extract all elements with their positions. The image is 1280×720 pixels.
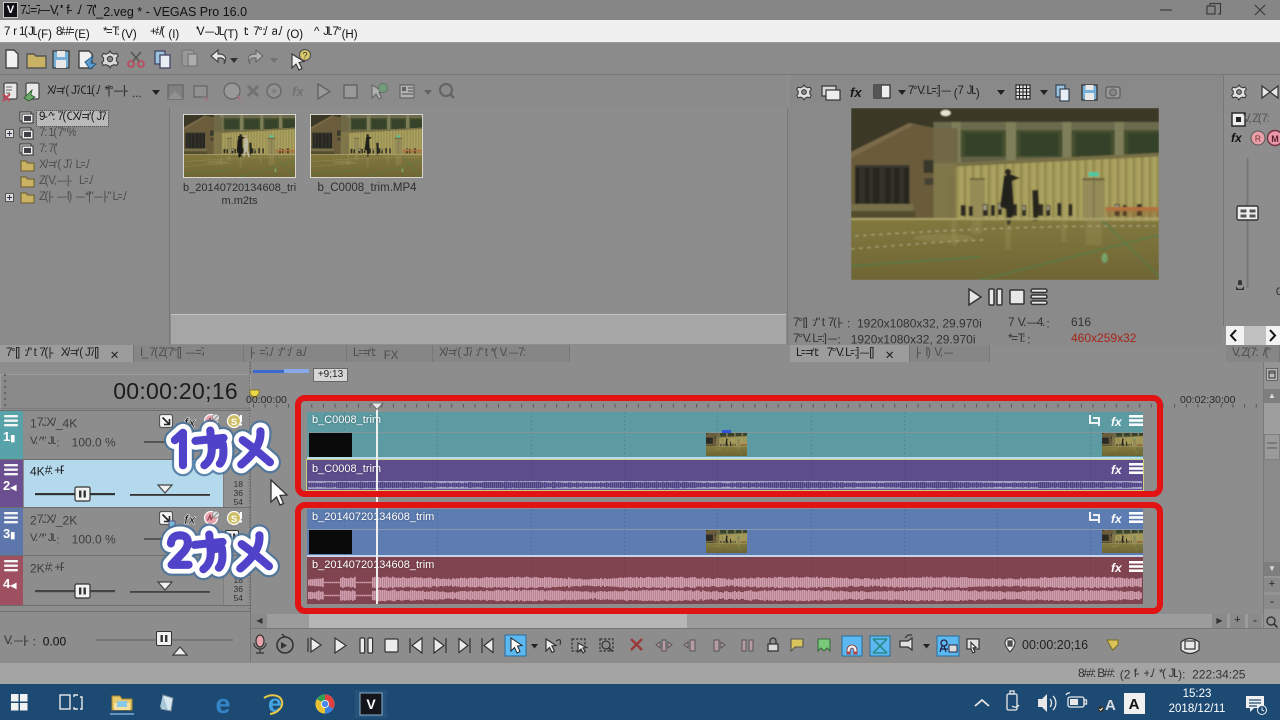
svg-text:e: e bbox=[215, 689, 230, 719]
svg-text:fx: fx bbox=[292, 84, 304, 99]
svg-text:fx: fx bbox=[1231, 131, 1243, 145]
svg-text:?: ? bbox=[302, 51, 307, 61]
svg-text:V: V bbox=[366, 696, 376, 712]
svg-text:M: M bbox=[1271, 134, 1279, 144]
svg-text:S: S bbox=[231, 514, 237, 525]
svg-text:fx: fx bbox=[850, 85, 862, 100]
svg-text:A: A bbox=[1129, 696, 1140, 713]
svg-text:R: R bbox=[1255, 134, 1261, 144]
svg-text:fx: fx bbox=[184, 512, 196, 527]
svg-text:A: A bbox=[1105, 697, 1116, 714]
svg-text:0: 0 bbox=[1276, 286, 1280, 298]
